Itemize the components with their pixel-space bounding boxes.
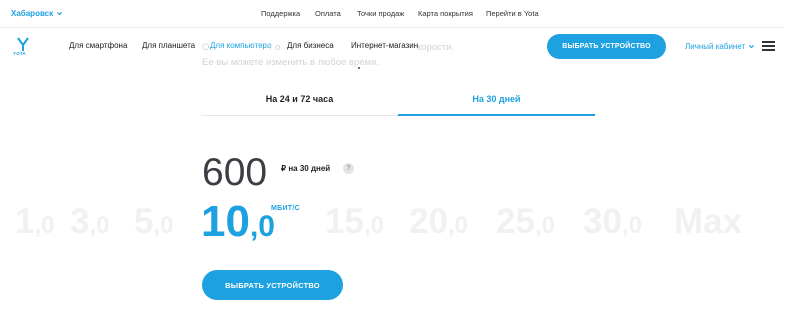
speed-int: 15 bbox=[325, 202, 364, 241]
speed-int: 3 bbox=[70, 202, 90, 241]
link-sales-points[interactable]: Точки продаж bbox=[357, 9, 404, 18]
background-hint-text-end: корости. bbox=[417, 42, 455, 53]
nav-item-computer[interactable]: Для компьютера bbox=[210, 41, 271, 50]
speed-int: 10 bbox=[201, 197, 250, 246]
nav-item-business[interactable]: Для бизнеса bbox=[287, 41, 334, 50]
speed-unit: МБИТ/С bbox=[271, 205, 300, 212]
background-hint-text-line2: Ее вы можете изменить в любое время. bbox=[202, 57, 379, 68]
top-links: Поддержка Оплата Точки продаж Карта покр… bbox=[0, 9, 785, 21]
nav-item-smartphone[interactable]: Для смартфона bbox=[69, 41, 127, 50]
info-icon[interactable]: ? bbox=[343, 163, 354, 174]
personal-account-link[interactable]: Личный кабинет bbox=[685, 42, 755, 51]
choose-device-button[interactable]: ВЫБРАТЬ УСТРОЙСТВО bbox=[202, 270, 343, 300]
logo-text: YOTA bbox=[13, 51, 26, 56]
link-coverage-map[interactable]: Карта покрытия bbox=[418, 9, 473, 18]
speed-int: 25 bbox=[496, 202, 535, 241]
background-hint-text-start: О bbox=[202, 42, 210, 53]
price-unit: ₽ на 30 дней bbox=[281, 164, 331, 173]
speed-dec: ,0 bbox=[153, 212, 174, 239]
speed-dec: ,0 bbox=[89, 212, 110, 239]
top-utility-bar: Хабаровск Поддержка Оплата Точки продаж … bbox=[0, 0, 785, 28]
nav-item-tablet[interactable]: Для планшета bbox=[142, 41, 195, 50]
choose-device-button-header[interactable]: ВЫБРАТЬ УСТРОЙСТВО bbox=[547, 34, 666, 59]
speed-dec: ,0 bbox=[363, 212, 384, 239]
speed-dec: ,0 bbox=[249, 210, 275, 243]
speed-option-3[interactable]: 3,0 bbox=[70, 204, 109, 239]
speed-option-25[interactable]: 25,0 bbox=[496, 204, 555, 239]
menu-icon[interactable] bbox=[762, 41, 775, 51]
chevron-down-icon bbox=[749, 45, 755, 49]
link-go-to-yota[interactable]: Перейти в Yota bbox=[486, 9, 539, 18]
speed-dec: ,0 bbox=[34, 212, 55, 239]
speed-option-10-selected[interactable]: 10,0 bbox=[201, 200, 275, 244]
tab-30-days[interactable]: На 30 дней bbox=[398, 94, 595, 116]
speed-int: 20 bbox=[409, 202, 448, 241]
speed-option-max[interactable]: Max bbox=[674, 204, 742, 239]
tab-24-72-hours[interactable]: На 24 и 72 часа bbox=[201, 94, 398, 116]
speed-dec: ,0 bbox=[621, 212, 642, 239]
speed-option-5[interactable]: 5,0 bbox=[134, 204, 173, 239]
background-hint-text-mid: т о bbox=[268, 42, 281, 53]
nav-item-online-store[interactable]: Интернет-магазин bbox=[351, 41, 418, 50]
speed-option-20[interactable]: 20,0 bbox=[409, 204, 468, 239]
main-nav: YOTA Для смартфона Для планшета Для комп… bbox=[0, 28, 785, 68]
cursor-dot bbox=[358, 67, 360, 69]
speed-int: 5 bbox=[134, 202, 154, 241]
speed-dec: ,0 bbox=[534, 212, 555, 239]
personal-account-label: Личный кабинет bbox=[685, 42, 746, 51]
speed-option-1[interactable]: 1,0 bbox=[15, 204, 54, 239]
speed-option-15[interactable]: 15,0 bbox=[325, 204, 384, 239]
speed-dec: ,0 bbox=[447, 212, 468, 239]
link-payment[interactable]: Оплата bbox=[315, 9, 341, 18]
speed-int: 1 bbox=[15, 202, 35, 241]
speed-int: 30 bbox=[583, 202, 622, 241]
speed-option-30[interactable]: 30,0 bbox=[583, 204, 642, 239]
speed-int: Max bbox=[674, 202, 743, 241]
price-value: 600 bbox=[202, 151, 268, 194]
link-support[interactable]: Поддержка bbox=[261, 9, 300, 18]
